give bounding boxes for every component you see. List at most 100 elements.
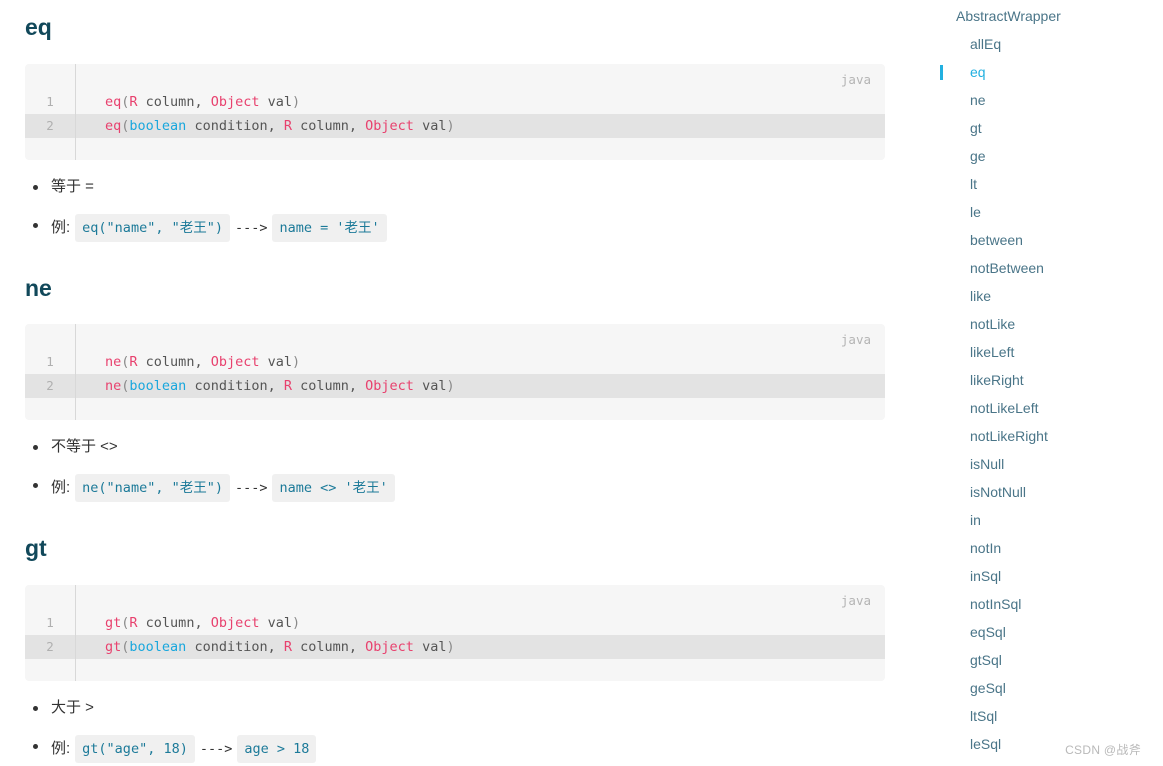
code-token: boolean [129, 638, 187, 655]
sidebar-item-notbetween[interactable]: notBetween [920, 254, 1163, 282]
code-token: column, [292, 638, 366, 655]
code-token: column, [137, 614, 211, 631]
code-line-text: eq(boolean condition, R column, Object v… [75, 115, 455, 138]
sidebar-item-between[interactable]: between [920, 226, 1163, 254]
example-label: 例: [51, 218, 71, 236]
code-token: ne [105, 354, 122, 371]
section-points: 大于 > 例: gt("age", 18) ---> age > 18 [25, 697, 885, 763]
sidebar-item-le[interactable]: le [920, 198, 1163, 226]
code-token: R [283, 638, 292, 655]
example-label: 例: [51, 479, 71, 497]
line-number: 1 [46, 614, 54, 630]
sidebar-item-ltsql[interactable]: ltSql [920, 702, 1163, 730]
code-block[interactable]: java 1 eq(R column, Object val) 2 eq(boolean… [25, 63, 885, 160]
code-line: 2 eq(boolean condition, R column, Object … [25, 113, 885, 138]
example-result-code: name <> '老王' [272, 474, 395, 503]
sidebar-item-label: gt [970, 120, 982, 136]
code-token: condition, [186, 638, 284, 655]
section-heading: eq [25, 14, 52, 40]
code-token: column, [292, 117, 366, 134]
code-token: ) [292, 354, 301, 371]
code-token: R [283, 378, 292, 395]
sidebar-item-label: notInSql [970, 596, 1022, 612]
sidebar-item-likeleft[interactable]: likeLeft [920, 338, 1163, 366]
code-token: column, [137, 93, 211, 110]
sidebar-item-label: notIn [970, 540, 1002, 556]
code-token: val [413, 378, 447, 395]
sidebar-item-label: lt [970, 176, 977, 192]
sidebar-item-label: notLike [970, 316, 1016, 332]
code-line: 2 gt(boolean condition, R column, Object … [25, 634, 885, 659]
gutter-divider [75, 63, 76, 160]
code-block[interactable]: java 1 gt(R column, Object val) 2 gt(boolean… [25, 584, 885, 681]
sidebar-item-label: gtSql [970, 652, 1002, 668]
sidebar-item-label: allEq [970, 36, 1002, 52]
sidebar-item-notlikeright[interactable]: notLikeRight [920, 422, 1163, 450]
toc-sidebar[interactable]: AbstractWrapper allEq eq ne gt ge lt le between n… [920, 0, 1163, 766]
sidebar-item-ne[interactable]: ne [920, 86, 1163, 114]
sidebar-item-alleq[interactable]: allEq [920, 30, 1163, 58]
sidebar-item-gt[interactable]: gt [920, 114, 1163, 142]
code-token: boolean [129, 117, 187, 134]
code-token: Object [210, 354, 260, 371]
code-token: val [259, 354, 292, 371]
code-line: 1 eq(R column, Object val) [25, 90, 885, 114]
example-label: 例: [51, 739, 71, 757]
sidebar-item-notlikeleft[interactable]: notLikeLeft [920, 394, 1163, 422]
code-token: ) [292, 93, 301, 110]
point-description: 大于 > [51, 698, 94, 716]
code-line: 1 ne(R column, Object val) [25, 350, 885, 374]
code-token: Object [365, 378, 414, 395]
sidebar-item-insql[interactable]: inSql [920, 562, 1163, 590]
code-token: ) [446, 378, 455, 395]
list-item: 不等于 <> [25, 436, 885, 458]
sidebar-item-notlike[interactable]: notLike [920, 310, 1163, 338]
doc-section: eq java 1 eq(R column, Object val) 2 eq(boole… [25, 14, 885, 242]
sidebar-item-notin[interactable]: notIn [920, 534, 1163, 562]
example-result-code: name = '老王' [272, 213, 387, 242]
sidebar-item-gesql[interactable]: geSql [920, 674, 1163, 702]
example-call-code: ne("name", "老王") [75, 474, 230, 503]
sidebar-item-ge[interactable]: ge [920, 142, 1163, 170]
code-token: R [129, 93, 138, 110]
example-arrow: ---> [234, 219, 268, 236]
sidebar-item-lt[interactable]: lt [920, 170, 1163, 198]
sidebar-item-isnull[interactable]: isNull [920, 450, 1163, 478]
example-arrow: ---> [234, 480, 268, 497]
sidebar-item-label: in [970, 512, 981, 528]
sidebar-item-label: ltSql [970, 708, 998, 724]
section-heading: ne [25, 274, 52, 301]
sidebar-item-eq[interactable]: eq [920, 58, 1163, 86]
section-points: 等于 = 例: eq("name", "老王") ---> name = '老王' [25, 176, 885, 242]
sidebar-item-isnotnull[interactable]: isNotNull [920, 478, 1163, 506]
sidebar-item-label: notLikeRight [970, 428, 1048, 444]
gutter-divider [75, 584, 76, 681]
sidebar-item-like[interactable]: like [920, 282, 1163, 310]
doc-section: gt java 1 gt(R column, Object val) 2 gt(boole… [25, 535, 885, 763]
sidebar-item-in[interactable]: in [920, 506, 1163, 534]
list-item: 等于 = [25, 176, 885, 198]
code-token: val [259, 93, 292, 110]
doc-section: ne java 1 ne(R column, Object val) 2 ne(boole… [25, 275, 885, 503]
code-token: R [283, 117, 292, 134]
line-number: 1 [46, 354, 54, 370]
sidebar-item-label: likeLeft [970, 344, 1015, 360]
sidebar-item-label: AbstractWrapper [956, 8, 1061, 24]
code-line-text: ne(boolean condition, R column, Object v… [75, 375, 455, 398]
active-indicator-bar [940, 65, 943, 80]
line-number: 2 [46, 117, 54, 133]
sidebar-item-likeright[interactable]: likeRight [920, 366, 1163, 394]
sidebar-item-label: like [970, 288, 992, 304]
sidebar-item-label: leSql [970, 736, 1002, 752]
sections-container: eq java 1 eq(R column, Object val) 2 eq(boole… [0, 0, 920, 766]
sidebar-item-gtsql[interactable]: gtSql [920, 646, 1163, 674]
sidebar-item-label: likeRight [970, 372, 1024, 388]
code-token: Object [365, 117, 414, 134]
sidebar-item-notinsql[interactable]: notInSql [920, 590, 1163, 618]
sidebar-item-eqsql[interactable]: eqSql [920, 618, 1163, 646]
sidebar-item-abstractwrapper[interactable]: AbstractWrapper [920, 2, 1163, 30]
sidebar-item-label: eqSql [970, 624, 1006, 640]
list-item: 例: ne("name", "老王") ---> name <> '老王' [25, 474, 885, 503]
code-block[interactable]: java 1 ne(R column, Object val) 2 ne(boolean… [25, 324, 885, 421]
code-token: val [413, 638, 447, 655]
